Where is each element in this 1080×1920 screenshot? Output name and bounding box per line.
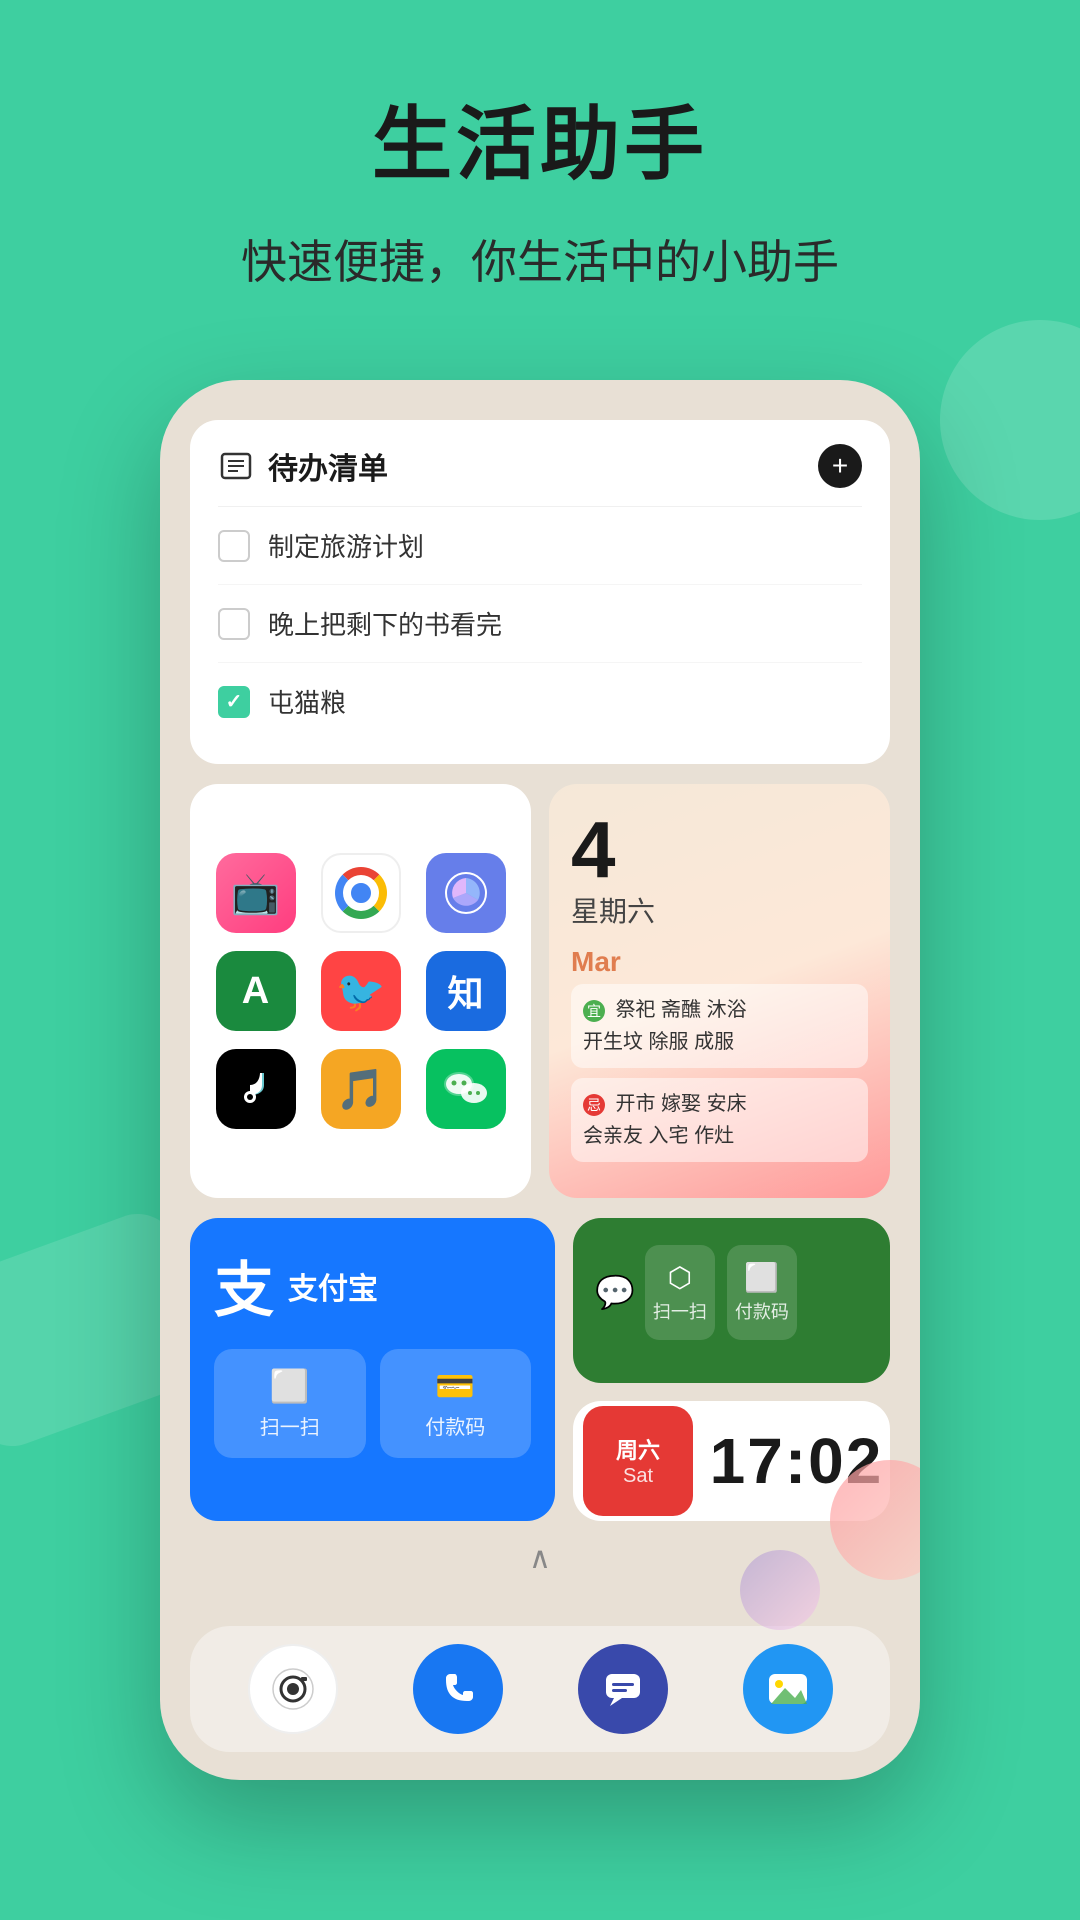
alipay-widget: 支 支付宝 ⬜ 扫一扫 💳 付款码 <box>190 1218 555 1521</box>
calendar-bad-badge: 忌 <box>583 1094 605 1116</box>
calendar-month: Mar <box>571 946 621 977</box>
app-grid-widget: 📺 A 🐦 知 <box>190 784 531 1198</box>
todo-widget: 待办清单 + 制定旅游计划 晚上把剩下的书看完 屯猫粮 <box>190 420 890 764</box>
deco-circle-2 <box>740 1550 820 1630</box>
alipay-logo: 支 <box>214 1242 274 1329</box>
todo-checkbox-3[interactable] <box>218 686 250 718</box>
todo-item-text-2: 晚上把剩下的书看完 <box>268 605 502 642</box>
wechat-pay-buttons: ⬡ 扫一扫 ⬜ 付款码 <box>645 1245 797 1340</box>
alipay-scan-button[interactable]: ⬜ 扫一扫 <box>214 1349 366 1458</box>
alipay-pay-button[interactable]: 💳 付款码 <box>380 1349 532 1458</box>
alipay-buttons: ⬜ 扫一扫 💳 付款码 <box>214 1349 531 1458</box>
page-title: 生活助手 <box>0 80 1080 196</box>
media-app-icon[interactable]: 📺 <box>216 853 296 933</box>
wechat-pay-widget: 💬 ⬡ 扫一扫 ⬜ 付款码 <box>573 1218 890 1383</box>
todo-item-text-1: 制定旅游计划 <box>268 527 424 564</box>
alipay-header: 支 支付宝 <box>214 1242 531 1329</box>
zhihu-app-icon[interactable]: 知 <box>426 951 506 1031</box>
bg-decoration-1 <box>940 320 1080 520</box>
dock-phone-icon[interactable] <box>413 1644 503 1734</box>
chevron-up-icon: ∧ <box>529 1542 551 1575</box>
calendar-widget: 4 星期六 Mar 宜 祭祀 斋醮 沐浴开生坟 除服 成服 忌 开市 嫁娶 安床… <box>549 784 890 1198</box>
phone-mockup: 待办清单 + 制定旅游计划 晚上把剩下的书看完 屯猫粮 📺 <box>160 380 920 1780</box>
todo-item[interactable]: 屯猫粮 <box>218 663 862 740</box>
header-section: 生活助手 快速便捷，你生活中的小助手 <box>0 0 1080 292</box>
todo-header: 待办清单 + <box>218 444 862 507</box>
right-column: 💬 ⬡ 扫一扫 ⬜ 付款码 周六 <box>573 1218 890 1521</box>
alipay-scan-label: 扫一扫 <box>260 1417 320 1439</box>
wechat-pay-header: 💬 ⬡ 扫一扫 ⬜ 付款码 <box>595 1245 868 1340</box>
todo-list-icon <box>218 448 254 484</box>
clock-date-badge: 周六 Sat <box>583 1406 693 1516</box>
calendar-day-row: 星期六 <box>571 890 868 930</box>
calendar-bad-items: 开市 嫁娶 安床会亲友 入宅 作灶 <box>583 1093 747 1147</box>
analytics-app-icon[interactable] <box>426 853 506 933</box>
calendar-good-items: 祭祀 斋醮 沐浴开生坟 除服 成服 <box>583 999 747 1053</box>
alipay-scan-icon: ⬜ <box>226 1367 354 1405</box>
todo-item[interactable]: 晚上把剩下的书看完 <box>218 585 862 663</box>
wechat-scan-label: 扫一扫 <box>653 1298 707 1324</box>
wechat-pay-icon: ⬜ <box>735 1261 789 1294</box>
todo-add-icon: + <box>832 452 848 480</box>
middle-row: 📺 A 🐦 知 <box>190 784 890 1198</box>
wechat-scan-icon: ⬡ <box>653 1261 707 1294</box>
music-app-icon[interactable]: 🎵 <box>321 1049 401 1129</box>
clock-badge-weekday: Sat <box>623 1465 653 1488</box>
chrome-app-icon[interactable] <box>321 853 401 933</box>
wechat-app-icon[interactable] <box>426 1049 506 1129</box>
alipay-pay-icon: 💳 <box>392 1367 520 1405</box>
todo-item-text-3: 屯猫粮 <box>268 683 346 720</box>
dock-gallery-icon[interactable] <box>743 1644 833 1734</box>
todo-header-left: 待办清单 <box>218 444 388 488</box>
ca-app-icon[interactable]: A <box>216 951 296 1031</box>
weibo-app-icon[interactable]: 🐦 <box>321 951 401 1031</box>
todo-add-button[interactable]: + <box>818 444 862 488</box>
wechat-pay-label: 付款码 <box>735 1298 789 1324</box>
calendar-date: 4 <box>571 810 868 890</box>
tiktok-app-icon[interactable] <box>216 1049 296 1129</box>
calendar-bad-section: 忌 开市 嫁娶 安床会亲友 入宅 作灶 <box>571 1078 868 1162</box>
alipay-label: 支付宝 <box>288 1264 378 1308</box>
calendar-good-badge: 宜 <box>583 1000 605 1022</box>
wechat-scan-button[interactable]: ⬡ 扫一扫 <box>645 1245 715 1340</box>
clock-badge-day: 周六 <box>616 1433 660 1465</box>
todo-checkbox-2[interactable] <box>218 608 250 640</box>
todo-title: 待办清单 <box>268 444 388 488</box>
dock-messages-icon[interactable] <box>578 1644 668 1734</box>
alipay-pay-label: 付款码 <box>425 1417 485 1439</box>
todo-checkbox-1[interactable] <box>218 530 250 562</box>
bottom-row: 支 支付宝 ⬜ 扫一扫 💳 付款码 💬 <box>190 1218 890 1521</box>
chrome-ring-icon <box>335 867 387 919</box>
wechat-pay-button[interactable]: ⬜ 付款码 <box>727 1245 797 1340</box>
todo-item[interactable]: 制定旅游计划 <box>218 507 862 585</box>
page-subtitle: 快速便捷，你生活中的小助手 <box>0 226 1080 292</box>
calendar-weekday: 星期六 <box>571 890 655 930</box>
calendar-good-section: 宜 祭祀 斋醮 沐浴开生坟 除服 成服 <box>571 984 868 1068</box>
dock-camera-icon[interactable] <box>248 1644 338 1734</box>
dock <box>190 1626 890 1752</box>
wechat-pay-logo: 💬 <box>595 1273 635 1311</box>
